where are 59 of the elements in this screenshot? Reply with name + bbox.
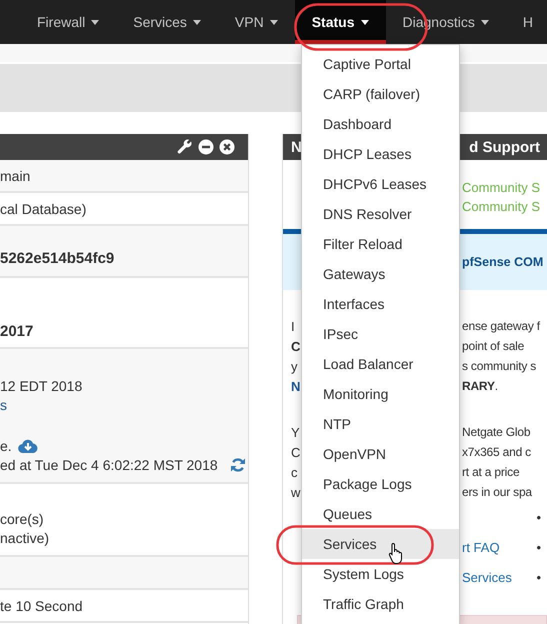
paragraph-text: C	[290, 444, 300, 460]
info-text: core(s)	[0, 510, 44, 526]
paragraph-text: ense gateway f	[462, 319, 540, 333]
paragraph-text: point of sale	[462, 339, 524, 353]
paragraph-text: ers in our spa	[462, 485, 532, 499]
nav-menu-item[interactable]: VPN	[218, 0, 295, 44]
menu-item[interactable]: DNS Resolver	[302, 199, 459, 229]
paragraph-text: I	[290, 318, 295, 334]
info-text: te 10 Second	[0, 598, 83, 614]
menu-item[interactable]: System Logs	[302, 559, 459, 589]
menu-item[interactable]: Traffic Graph	[302, 589, 459, 619]
info-text: nactive)	[0, 530, 50, 546]
paragraph-text: s community s	[462, 359, 536, 373]
paragraph-text: x7x365 and c	[462, 445, 531, 459]
paragraph-text: RARY.	[462, 379, 498, 393]
nav-menu-item[interactable]: Status	[294, 0, 386, 44]
menu-item[interactable]: Dashboard	[302, 109, 459, 139]
paragraph-text: Netgate Glob	[462, 425, 530, 439]
paragraph-text: rt at a price	[462, 465, 520, 479]
info-text: 5262e514b54fc9	[0, 250, 114, 267]
paragraph-text: Y	[290, 424, 300, 440]
link[interactable]: N	[283, 378, 300, 394]
link[interactable]: s	[0, 396, 7, 412]
paragraph-text: C	[290, 338, 300, 354]
bullet: •	[536, 570, 541, 584]
menu-item[interactable]: CARP (failover)	[302, 79, 459, 109]
info-text: e.	[0, 438, 12, 454]
bullet: •	[536, 540, 541, 554]
bullet: •	[536, 510, 541, 524]
paragraph-text: w	[290, 484, 300, 500]
panel-title: N	[291, 138, 302, 156]
menu-item[interactable]: Load Balancer	[302, 349, 459, 379]
link[interactable]: rt FAQ	[462, 540, 500, 554]
info-text: ed at Tue Dec 4 6:02:22 MST 2018	[0, 456, 218, 472]
menu-item[interactable]: Services	[302, 529, 459, 559]
nav-menu-item[interactable]: H	[506, 0, 547, 44]
menu-item[interactable]: DHCPv6 Leases	[302, 169, 459, 199]
nav-menu-item[interactable]: Firewall	[20, 0, 116, 44]
info-text: 12 EDT 2018	[0, 378, 82, 394]
info-text: cal Database)	[0, 200, 86, 216]
paragraph-text: c	[290, 464, 298, 480]
info-text: main	[0, 168, 30, 184]
paragraph-text: y	[290, 358, 298, 374]
menu-item[interactable]: Queues	[302, 499, 459, 529]
menu-item[interactable]: Filter Reload	[302, 229, 459, 259]
link[interactable]: Services	[462, 570, 512, 584]
menu-item[interactable]: NTP	[302, 409, 459, 439]
menu-item[interactable]: IPsec	[302, 319, 459, 349]
menu-item[interactable]: DHCP Leases	[302, 139, 459, 169]
info-text: 2017	[0, 323, 34, 340]
menu-item[interactable]: Package Logs	[302, 469, 459, 499]
menu-item[interactable]: Monitoring	[302, 379, 459, 409]
menu-item[interactable]: Captive Portal	[302, 49, 459, 79]
menu-item[interactable]: Gateways	[302, 259, 459, 289]
notice-text: pfSense COM	[462, 255, 544, 269]
menu-item[interactable]: Interfaces	[302, 289, 459, 319]
panel-title: d Support	[469, 138, 540, 156]
nav-menu-item[interactable]: Services	[116, 0, 218, 44]
menu-item[interactable]: OpenVPN	[302, 439, 459, 469]
